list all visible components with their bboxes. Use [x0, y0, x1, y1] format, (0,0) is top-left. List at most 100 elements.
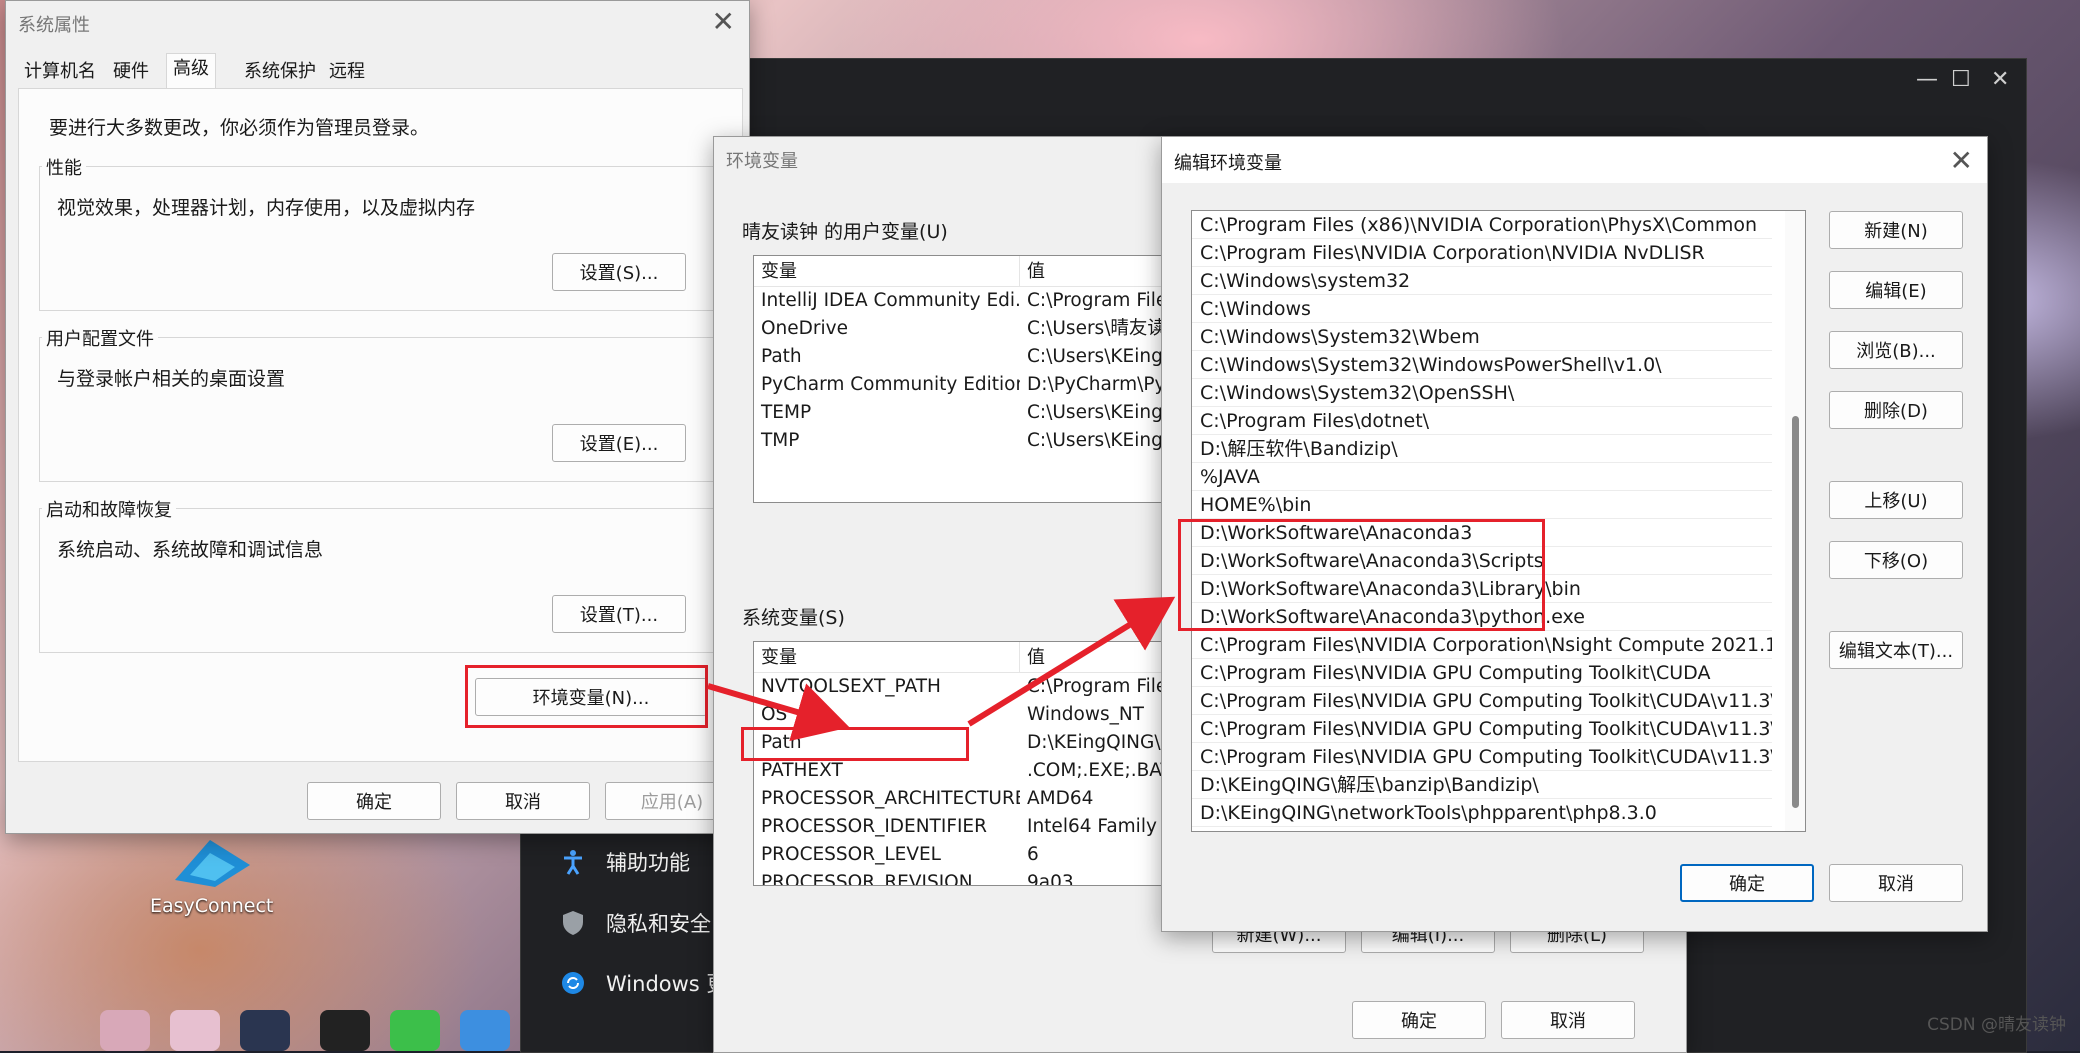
ok-button[interactable]: 确定 — [307, 782, 441, 820]
settings-item-accessibility[interactable]: 辅助功能 — [560, 847, 690, 877]
ok-button[interactable]: 确定 — [1352, 1001, 1486, 1039]
dialog-title: 编辑环境变量 — [1174, 153, 1282, 174]
system-vars-label: 系统变量(S) — [742, 607, 845, 629]
watermark: CSDN @晴友读钟 — [1927, 1015, 2066, 1035]
cancel-button[interactable]: 取消 — [1829, 864, 1963, 902]
var-name-cell: Path — [761, 346, 802, 367]
var-name-cell: PROCESSOR_IDENTIFIER — [761, 816, 987, 837]
edit-path-button[interactable]: 编辑(E) — [1829, 271, 1963, 309]
new-path-button[interactable]: 新建(N) — [1829, 211, 1963, 249]
titlebar: 编辑环境变量 ✕ — [1162, 137, 1987, 183]
move-up-button[interactable]: 上移(U) — [1829, 481, 1963, 519]
var-name-cell: TEMP — [761, 402, 812, 423]
path-entry[interactable]: C:\Program Files\NVIDIA Corporation\NVID… — [1192, 239, 1772, 267]
taskbar-app-icon[interactable] — [100, 1010, 150, 1051]
column-header-variable[interactable]: 变量 — [754, 256, 1020, 286]
highlight-path-row — [741, 727, 969, 761]
ok-button[interactable]: 确定 — [1680, 864, 1814, 902]
performance-settings-button[interactable]: 设置(S)... — [552, 253, 686, 291]
move-down-button[interactable]: 下移(O) — [1829, 541, 1963, 579]
path-entry[interactable]: HOME%\bin — [1192, 491, 1772, 519]
group-title: 性能 — [42, 154, 86, 180]
path-entry[interactable]: C:\Windows\system32 — [1192, 267, 1772, 295]
var-name-cell: IntelliJ IDEA Community Edi... — [761, 290, 1020, 311]
group-title: 用户配置文件 — [42, 325, 158, 351]
browse-path-button[interactable]: 浏览(B)... — [1829, 331, 1963, 369]
group-desc: 系统启动、系统故障和调试信息 — [57, 539, 324, 561]
settings-item-privacy[interactable]: 隐私和安全 — [560, 908, 711, 938]
user-profiles-settings-button[interactable]: 设置(E)... — [552, 424, 686, 462]
path-entry[interactable]: C:\Program Files\NVIDIA GPU Computing To… — [1192, 687, 1772, 715]
settings-item-label: Windows 更 — [606, 972, 728, 996]
startup-recovery-settings-button[interactable]: 设置(T)... — [552, 595, 686, 633]
path-entry[interactable]: %JAVA — [1192, 463, 1772, 491]
admin-notice: 要进行大多数更改，你必须作为管理员登录。 — [49, 117, 430, 139]
path-entry[interactable]: C:\Windows\System32\Wbem — [1192, 323, 1772, 351]
tab-advanced[interactable]: 高级 — [166, 53, 216, 90]
var-name-cell: PROCESSOR_REVISION — [761, 872, 973, 886]
var-name-cell: TMP — [761, 430, 800, 451]
settings-item-label: 隐私和安全 — [606, 912, 711, 936]
advanced-tab-panel: 要进行大多数更改，你必须作为管理员登录。 性能 视觉效果，处理器计划，内存使用，… — [18, 88, 743, 762]
path-entry[interactable]: C:\Program Files\NVIDIA GPU Computing To… — [1192, 659, 1772, 687]
wechat-icon[interactable] — [390, 1010, 440, 1051]
path-entry[interactable]: C:\Program Files\NVIDIA GPU Computing To… — [1192, 715, 1772, 743]
close-icon[interactable]: ✕ — [1991, 67, 2009, 92]
accessibility-icon — [560, 849, 586, 875]
easyconnect-icon — [175, 840, 250, 887]
column-header-variable[interactable]: 变量 — [754, 642, 1020, 672]
edit-text-button[interactable]: 编辑文本(T)... — [1829, 631, 1963, 669]
path-entry[interactable]: C:\Windows\System32\WindowsPowerShell\v1… — [1192, 351, 1772, 379]
close-icon[interactable]: ✕ — [712, 5, 735, 39]
var-name-cell: OS — [761, 704, 788, 725]
dialog-title: 环境变量 — [726, 151, 798, 172]
scrollbar-thumb[interactable] — [1792, 416, 1799, 808]
steam-icon[interactable] — [240, 1010, 290, 1051]
path-entry[interactable]: C:\Program Files (x86)\NVIDIA Corporatio… — [1192, 211, 1772, 239]
group-desc: 与登录帐户相关的桌面设置 — [57, 368, 286, 390]
user-profiles-group: 用户配置文件 与登录帐户相关的桌面设置 设置(E)... — [39, 325, 719, 482]
taskbar-app-icon[interactable] — [460, 1010, 510, 1051]
tab-remote[interactable]: 远程 — [323, 57, 371, 87]
delete-path-button[interactable]: 删除(D) — [1829, 391, 1963, 429]
shield-icon — [560, 910, 586, 936]
settings-item-windows-update[interactable]: Windows 更 — [560, 968, 727, 998]
var-name-cell: PyCharm Community Edition — [761, 374, 1020, 395]
performance-group: 性能 视觉效果，处理器计划，内存使用，以及虚拟内存 设置(S)... — [39, 154, 719, 311]
path-entry[interactable]: D:\解压软件\Bandizip\ — [1192, 435, 1772, 463]
var-name-cell: NVTOOLSEXT_PATH — [761, 676, 941, 697]
var-name-cell: PATHEXT — [761, 760, 843, 781]
easyconnect-desktop-icon[interactable]: EasyConnect — [150, 835, 274, 917]
tab-hardware[interactable]: 硬件 — [107, 57, 155, 87]
path-entry[interactable]: D:\KEingQING\networkTools\phpparent\php8… — [1192, 799, 1772, 827]
sync-icon — [560, 970, 586, 996]
cancel-button[interactable]: 取消 — [1501, 1001, 1635, 1039]
taskbar-app-icon[interactable] — [170, 1010, 220, 1051]
close-icon[interactable]: ✕ — [1950, 144, 1973, 178]
var-name-cell: PROCESSOR_LEVEL — [761, 844, 941, 865]
minimize-icon[interactable]: — — [1916, 67, 1938, 92]
maximize-icon[interactable]: ☐ — [1951, 67, 1971, 92]
path-entry[interactable]: C:\Windows — [1192, 295, 1772, 323]
highlight-env-button — [465, 665, 708, 728]
easyconnect-label: EasyConnect — [150, 895, 274, 917]
dialog-title: 系统属性 — [18, 15, 90, 36]
cancel-button[interactable]: 取消 — [456, 782, 590, 820]
user-vars-label: 晴友读钟 的用户变量(U) — [742, 221, 948, 243]
path-entry[interactable]: C:\Program Files\NVIDIA GPU Computing To… — [1192, 743, 1772, 771]
path-entry[interactable]: C:\Windows\System32\OpenSSH\ — [1192, 379, 1772, 407]
tab-system-protection[interactable]: 系统保护 — [238, 57, 322, 87]
startup-recovery-group: 启动和故障恢复 系统启动、系统故障和调试信息 设置(T)... — [39, 496, 719, 653]
var-name-cell: OneDrive — [761, 318, 848, 339]
titlebar: 系统属性 ✕ — [6, 1, 749, 43]
group-title: 启动和故障恢复 — [42, 496, 176, 522]
highlight-anaconda-paths — [1178, 519, 1545, 631]
settings-item-label: 辅助功能 — [606, 851, 690, 875]
path-list-scrollbar[interactable] — [1785, 211, 1805, 831]
qq-icon[interactable] — [320, 1010, 370, 1051]
path-entry[interactable]: C:\Program Files\dotnet\ — [1192, 407, 1772, 435]
path-entry[interactable]: D:\KEingQING\解压\banzip\Bandizip\ — [1192, 771, 1772, 799]
path-entry[interactable]: C:\Program Files\NVIDIA Corporation\Nsig… — [1192, 631, 1772, 659]
tab-computer-name[interactable]: 计算机名 — [18, 57, 102, 87]
var-name-cell: PROCESSOR_ARCHITECTURE — [761, 788, 1020, 809]
